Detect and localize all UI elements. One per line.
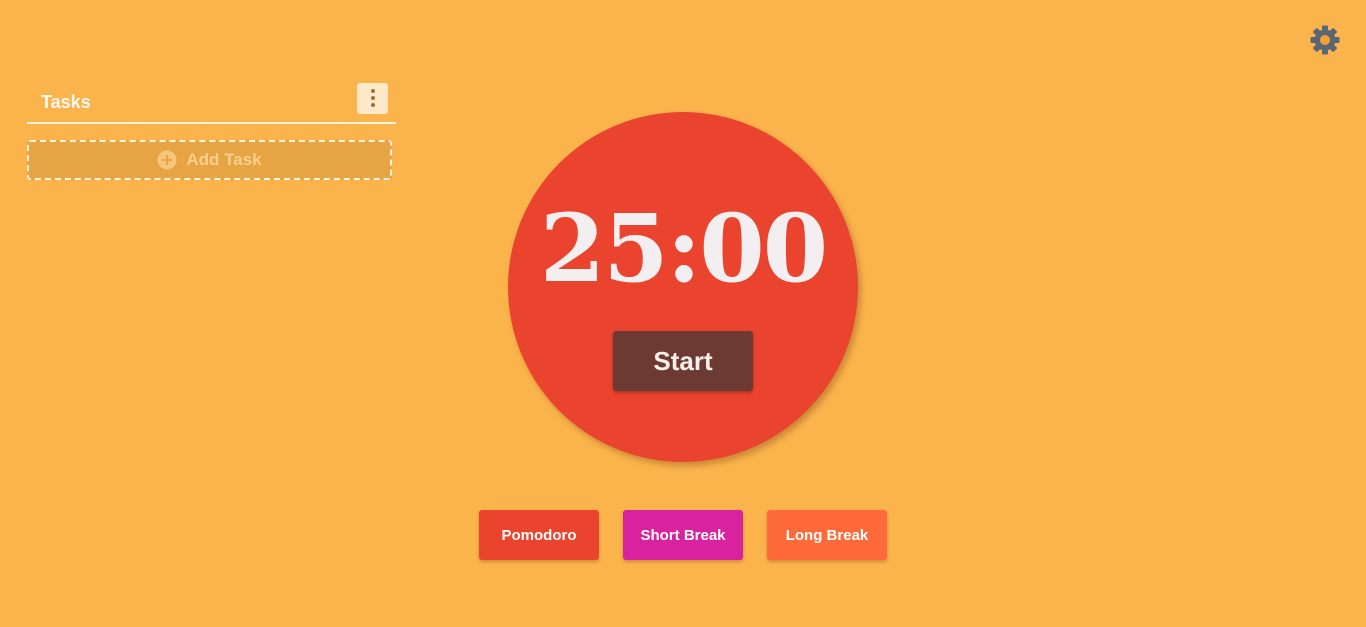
- tasks-header: Tasks: [27, 82, 396, 124]
- plus-circle-icon: [157, 150, 177, 170]
- start-button[interactable]: Start: [613, 331, 753, 391]
- timer-display: 25:00: [539, 194, 828, 304]
- timer-circle: 25:00 Start: [508, 112, 858, 462]
- long-break-button[interactable]: Long Break: [767, 510, 887, 560]
- gear-icon: [1310, 25, 1340, 55]
- add-task-label: Add Task: [186, 150, 262, 169]
- short-break-button[interactable]: Short Break: [623, 510, 743, 560]
- tasks-menu-button[interactable]: [357, 82, 388, 114]
- tasks-panel: Tasks Add Task: [27, 82, 396, 180]
- tasks-title: Tasks: [41, 91, 91, 112]
- more-vertical-icon: [370, 89, 375, 93]
- settings-button[interactable]: [1309, 24, 1341, 56]
- mode-selector: Pomodoro Short Break Long Break: [479, 510, 887, 560]
- pomodoro-button[interactable]: Pomodoro: [479, 510, 599, 560]
- add-task-button[interactable]: Add Task: [27, 140, 392, 180]
